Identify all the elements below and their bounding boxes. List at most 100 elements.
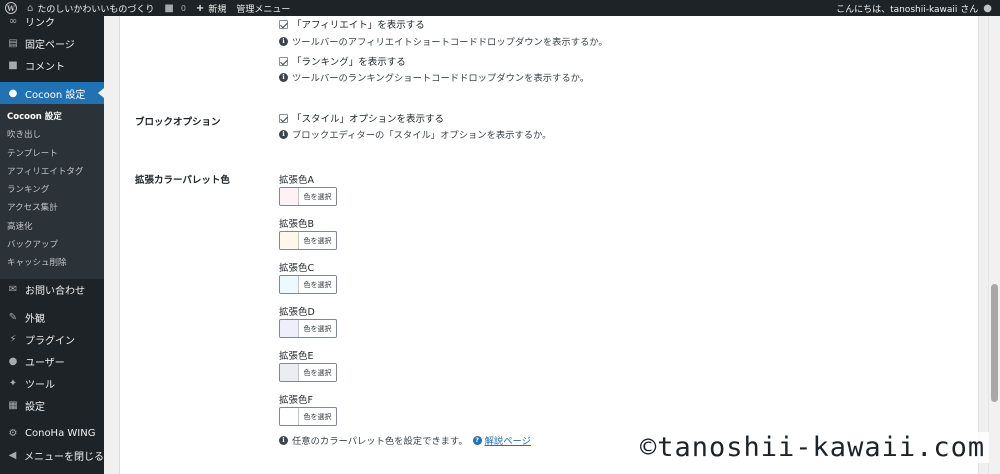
affiliate-checkbox-label: 「アフィリエイト」を表示する xyxy=(292,20,425,31)
submenu-item-speech-balloon[interactable]: 吹き出し xyxy=(0,126,104,144)
comment-icon: ■ xyxy=(8,59,18,71)
palette-color-f-picker[interactable]: 色を選択 xyxy=(279,407,337,426)
color-swatch xyxy=(280,364,299,381)
plus-icon: + xyxy=(195,2,205,14)
comments-link[interactable]: ■ 0 xyxy=(159,0,191,16)
sidebar-item-label: 設定 xyxy=(25,402,45,414)
wordpress-logo-icon: W xyxy=(5,2,17,14)
sidebar-item-links[interactable]: ∞ リンク xyxy=(0,16,104,32)
site-name-link[interactable]: ⌂ たのしいかわいいものづくり xyxy=(22,0,159,16)
sidebar-item-label: ユーザー xyxy=(25,358,65,370)
style-description-text: ブロックエディターの「スタイル」オプションを表示するか。 xyxy=(292,130,552,141)
comments-count: 0 xyxy=(180,3,186,13)
sidebar-item-users[interactable]: ● ユーザー xyxy=(0,351,104,373)
collapse-menu-button[interactable]: ◀ メニューを閉じる xyxy=(0,445,104,467)
palette-color-b-picker[interactable]: 色を選択 xyxy=(279,231,337,250)
pick-color-label: 色を選択 xyxy=(299,320,336,337)
palette-color-a-picker[interactable]: 色を選択 xyxy=(279,187,337,206)
collapse-icon: ◀ xyxy=(8,450,17,462)
settings-icon: ▦ xyxy=(8,400,18,412)
palette-description: i 任意のカラーパレット色を設定できます。 ? 解説ページ xyxy=(279,433,531,447)
ranking-checkbox-label: 「ランキング」を表示する xyxy=(292,57,406,68)
mail-icon: ✉ xyxy=(8,284,18,296)
greeting: こんにちは、tanoshii-kawaii さん xyxy=(836,4,979,15)
sidebar-item-label: プラグイン xyxy=(25,336,75,348)
style-checkbox-label: 「スタイル」オプションを表示する xyxy=(292,114,445,125)
sidebar-item-label: 固定ページ xyxy=(25,39,75,51)
submenu-item-affiliate-tag[interactable]: アフィリエイトタグ xyxy=(0,163,104,181)
sidebar-item-settings[interactable]: ▦ 設定 xyxy=(0,395,104,417)
style-checkbox[interactable] xyxy=(279,113,288,123)
sidebar-item-cocoon-settings[interactable]: ● Cocoon 設定 xyxy=(0,82,104,104)
style-checkbox-row[interactable]: 「スタイル」オプションを表示する xyxy=(279,111,444,125)
submenu-item-ranking[interactable]: ランキング xyxy=(0,181,104,199)
main-content: 「アフィリエイト」を表示する i ツールバーのアフィリエイトショートコードドロッ… xyxy=(104,16,988,474)
comment-icon: ■ xyxy=(164,2,174,14)
color-swatch xyxy=(280,276,299,293)
submenu-item-speedup[interactable]: 高速化 xyxy=(0,218,104,236)
submenu-item-cache-clear[interactable]: キャッシュ削除 xyxy=(0,254,104,272)
palette-color-d-label: 拡張色D xyxy=(279,307,315,318)
user-avatar-icon: ● xyxy=(983,2,992,14)
block-option-label: ブロックオプション xyxy=(135,117,221,128)
plugin-icon: ⚡ xyxy=(9,334,17,346)
sidebar-item-label: お問い合わせ xyxy=(25,286,85,298)
palette-color-e-picker[interactable]: 色を選択 xyxy=(279,363,337,382)
color-swatch xyxy=(280,232,299,249)
affiliate-checkbox[interactable] xyxy=(279,19,288,29)
manage-menu-link[interactable]: 管理メニュー xyxy=(231,0,295,16)
affiliate-description-text: ツールバーのアフィリエイトショートコードドロップダウンを表示するか。 xyxy=(292,37,608,48)
gear-icon: ⚙ xyxy=(8,428,18,440)
info-icon: i xyxy=(279,36,288,46)
sidebar-item-label: ConoHa WING xyxy=(25,428,96,440)
help-page-link[interactable]: 解説ページ xyxy=(485,433,531,447)
sidebar-item-pages[interactable]: ▤ 固定ページ xyxy=(0,32,104,54)
submenu-item-backup[interactable]: バックアップ xyxy=(0,236,104,254)
palette-color-d-picker[interactable]: 色を選択 xyxy=(279,319,337,338)
pick-color-label: 色を選択 xyxy=(299,276,336,293)
copyright-watermark: ©tanoshii-kawaii.com xyxy=(636,432,990,463)
scrollbar-thumb[interactable] xyxy=(991,284,998,402)
sidebar-item-label: Cocoon 設定 xyxy=(25,89,86,101)
home-icon: ⌂ xyxy=(27,2,34,14)
help-icon: ? xyxy=(472,435,482,445)
palette-color-c-label: 拡張色C xyxy=(279,263,315,274)
site-name: たのしいかわいいものづくり xyxy=(37,4,155,15)
link-icon: ∞ xyxy=(8,16,18,27)
ranking-description: i ツールバーのランキングショートコードドロップダウンを表示するか。 xyxy=(279,70,589,84)
sidebar-item-conoha-wing[interactable]: ⚙ ConoHa WING xyxy=(0,423,104,445)
pick-color-label: 色を選択 xyxy=(299,232,336,249)
new-content-link[interactable]: + 新規 xyxy=(191,0,231,16)
sidebar-item-plugins[interactable]: ⚡ プラグイン xyxy=(0,329,104,351)
sidebar-item-label: 外観 xyxy=(25,314,45,326)
info-icon: i xyxy=(279,129,288,139)
palette-color-c-picker[interactable]: 色を選択 xyxy=(279,275,337,294)
palette-label: 拡張カラーパレット色 xyxy=(135,175,230,186)
sidebar-item-contact[interactable]: ✉ お問い合わせ xyxy=(0,279,104,301)
brush-icon: ✎ xyxy=(8,312,18,324)
sidebar-item-label: メニューを閉じる xyxy=(24,452,104,464)
manage-menu-label: 管理メニュー xyxy=(236,4,291,15)
sidebar-item-appearance[interactable]: ✎ 外観 xyxy=(0,307,104,329)
submenu-item-cocoon-settings[interactable]: Cocoon 設定 xyxy=(0,108,104,126)
info-icon: i xyxy=(279,435,288,445)
user-icon: ● xyxy=(8,356,18,368)
color-swatch xyxy=(280,408,299,425)
sidebar-item-tools[interactable]: ✦ ツール xyxy=(0,373,104,395)
affiliate-checkbox-row[interactable]: 「アフィリエイト」を表示する xyxy=(279,17,425,31)
wp-logo-button[interactable]: W xyxy=(0,0,22,16)
sidebar-item-comments[interactable]: ■ コメント xyxy=(0,54,104,76)
ranking-description-text: ツールバーのランキングショートコードドロップダウンを表示するか。 xyxy=(292,73,590,84)
style-description: i ブロックエディターの「スタイル」オプションを表示するか。 xyxy=(279,127,551,141)
palette-color-a-label: 拡張色A xyxy=(279,175,314,186)
cocoon-icon: ● xyxy=(8,87,18,99)
my-account-link[interactable]: こんにちは、tanoshii-kawaii さん ● xyxy=(831,0,1000,16)
submenu-item-template[interactable]: テンプレート xyxy=(0,145,104,163)
ranking-checkbox-row[interactable]: 「ランキング」を表示する xyxy=(279,54,406,68)
sidebar-item-label: コメント xyxy=(25,61,65,73)
affiliate-description: i ツールバーのアフィリエイトショートコードドロップダウンを表示するか。 xyxy=(279,34,608,48)
ranking-checkbox[interactable] xyxy=(279,56,288,66)
submenu-item-access-count[interactable]: アクセス集計 xyxy=(0,199,104,217)
vertical-scrollbar[interactable] xyxy=(988,16,1000,474)
wrench-icon: ✦ xyxy=(8,378,18,390)
